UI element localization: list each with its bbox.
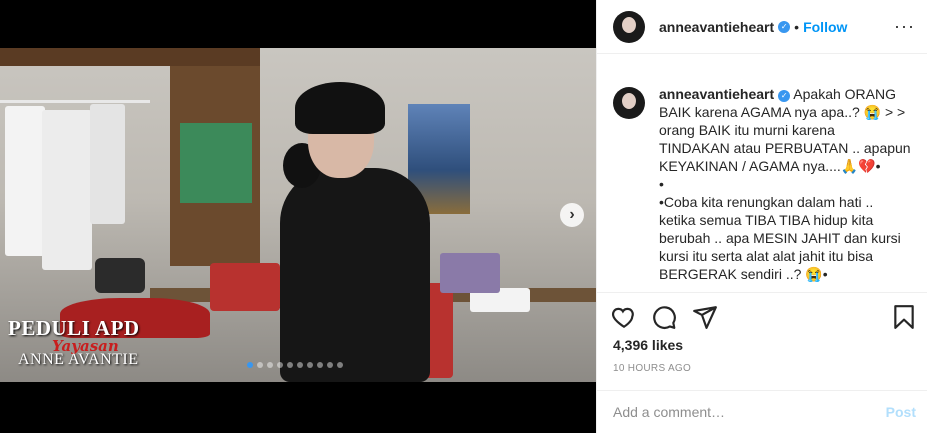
post-timestamp[interactable]: 10 HOURS AGO [613,363,691,374]
caption-line: orang BAIK itu murni karena [659,122,835,138]
caption-line: ketika semua TIBA TIBA hidup kita [659,212,874,228]
carousel-dot [327,362,333,368]
red-chair [210,263,280,311]
caption-line: TINDAKAN atau PERBUATAN .. apapun [659,140,911,156]
post-button[interactable]: Post [886,404,916,420]
action-bar [597,292,927,337]
sewing-machine [95,258,145,293]
caption-row: anneavantieheart ✓ Apakah ORANG BAIK kare… [613,85,912,283]
caption-line: • [659,176,664,192]
username-link[interactable]: anneavantieheart [659,19,774,35]
carousel-dot [337,362,343,368]
verified-icon: ✓ [778,90,791,102]
caption-line: Apakah ORANG [793,86,897,102]
carousel-dot [287,362,293,368]
person-figure [280,168,430,382]
avatar[interactable] [613,10,645,43]
post-photo[interactable]: PEDULI APD Yayasan ANNE AVANTIE › [0,48,596,382]
verified-icon: ✓ [778,20,791,33]
caption-line: •Coba kita renungkan dalam hati .. [659,194,874,210]
caption-text: anneavantieheart ✓ Apakah ORANG BAIK kare… [659,85,912,283]
carousel-dot [277,362,283,368]
caption-line: berubah .. apa MESIN JAHIT dan kursi [659,230,901,246]
media-area: PEDULI APD Yayasan ANNE AVANTIE › [0,0,596,433]
carousel-dot [317,362,323,368]
caption-line: BERGERAK sendiri ..? 😭• [659,266,828,282]
post-side-panel: anneavantieheart ✓ • Follow ··· anneavan… [596,0,927,433]
post-header: anneavantieheart ✓ • Follow ··· [597,0,927,54]
chevron-right-icon[interactable]: › [560,203,584,227]
carousel-dot [307,362,313,368]
bookmark-icon[interactable] [891,304,917,330]
green-cabinet [180,123,252,203]
share-icon[interactable] [692,304,718,330]
likes-count[interactable]: 4,396 likes [613,337,683,353]
heart-icon[interactable] [611,304,637,330]
caption-line: BAIK karena AGAMA nya apa..? 😭 > > [659,104,906,120]
comment-input[interactable] [613,404,886,420]
carousel-indicator [247,362,343,368]
comment-bar: Post [597,390,927,433]
avatar[interactable] [613,87,645,119]
comment-icon[interactable] [651,304,677,330]
caption-line: kursi itu serta alat alat jahit itu bisa [659,248,873,264]
more-icon[interactable]: ··· [894,16,915,37]
carousel-dot [247,362,253,368]
white-coat [5,106,45,256]
white-coat [42,110,92,270]
separator-dot: • [794,18,800,35]
caption-area: anneavantieheart ✓ Apakah ORANG BAIK kare… [597,55,927,291]
follow-button[interactable]: Follow [803,19,847,35]
white-coat [90,104,125,224]
clothes-rack [0,100,150,103]
caption-line: KEYAKINAN / AGAMA nya....🙏💔• [659,158,881,174]
carousel-dot [267,362,273,368]
overlay-name: ANNE AVANTIE [18,351,139,368]
carousel-dot [257,362,263,368]
purple-cloth [440,253,500,293]
wooden-shelf [0,48,260,66]
person-hair [295,82,385,134]
caption-username[interactable]: anneavantieheart [659,86,774,102]
carousel-dot [297,362,303,368]
